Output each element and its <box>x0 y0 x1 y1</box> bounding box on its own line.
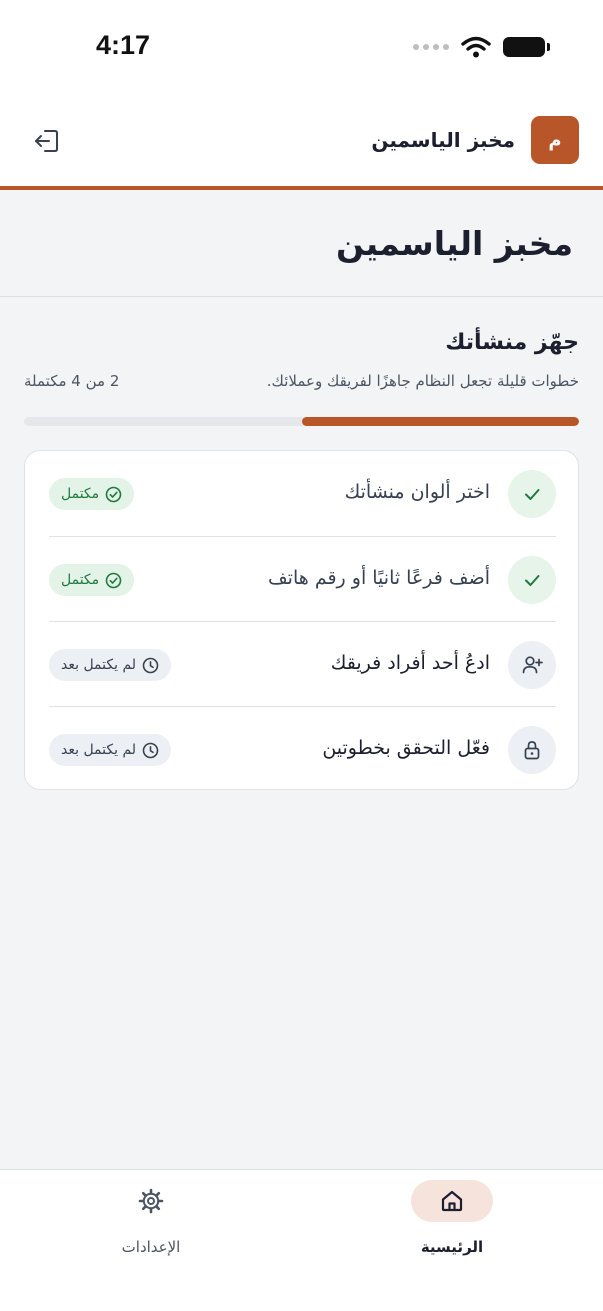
check-circle-icon <box>105 486 122 502</box>
clock-icon <box>142 657 159 673</box>
battery-icon <box>503 37 550 57</box>
status-bar: 4:17 <box>0 0 603 96</box>
app-header: م مخبز الياسمين <box>0 96 603 190</box>
bottom-tab-bar: الرئيسية الإعدادات <box>0 1169 603 1311</box>
page-title: مخبز الياسمين <box>335 224 573 263</box>
clock-icon <box>142 742 159 758</box>
status-badge: مكتمل <box>49 478 135 510</box>
tab-settings[interactable]: الإعدادات <box>96 1180 206 1270</box>
status-badge-label: مكتمل <box>61 572 100 588</box>
status-badge: لم يكتمل بعد <box>49 649 172 681</box>
task-label: أضف فرعًا ثانيًا أو رقم هاتف <box>268 567 490 589</box>
status-badge: مكتمل <box>49 564 135 596</box>
signal-icon <box>413 44 449 50</box>
task-status-icon <box>508 726 556 774</box>
business-name: مخبز الياسمين <box>371 128 515 152</box>
check-circle-icon <box>105 572 122 588</box>
tab-home-label: الرئيسية <box>420 1238 484 1256</box>
tab-settings-label: الإعدادات <box>121 1238 181 1256</box>
status-badge-label: مكتمل <box>61 486 100 502</box>
status-badge-label: لم يكتمل بعد <box>61 742 137 758</box>
logout-icon[interactable] <box>32 126 62 156</box>
task-status-icon <box>508 470 556 518</box>
setup-subtitle: خطوات قليلة تجعل النظام جاهزًا لفريقك وع… <box>266 372 579 390</box>
task-status-icon <box>508 556 556 604</box>
home-icon <box>441 1190 463 1212</box>
task-label: اختر ألوان منشأتك <box>344 481 490 503</box>
task-item-add-branch[interactable]: أضف فرعًا ثانيًا أو رقم هاتف مكتمل <box>49 536 556 621</box>
status-badge-label: لم يكتمل بعد <box>61 657 137 673</box>
tab-home-indicator <box>411 1180 493 1222</box>
task-item-two-factor[interactable]: فعّل التحقق بخطوتين لم يكتمل بعد <box>49 706 556 791</box>
task-label: ادعُ أحد أفراد فريقك <box>330 652 490 674</box>
tab-settings-indicator <box>110 1180 192 1222</box>
page-header: مخبز الياسمين <box>0 194 603 297</box>
status-icons <box>413 36 550 58</box>
setup-task-list: اختر ألوان منشأتك مكتمل أضف فرعًا ثانيًا… <box>24 450 579 790</box>
brand: م مخبز الياسمين <box>371 116 579 164</box>
avatar[interactable]: م <box>531 116 579 164</box>
task-status-icon <box>508 641 556 689</box>
wifi-icon <box>461 36 491 58</box>
status-time: 4:17 <box>96 30 151 60</box>
task-label: فعّل التحقق بخطوتين <box>322 737 490 759</box>
check-icon <box>525 575 540 586</box>
setup-progress-text: 2 من 4 مكتملة <box>24 372 120 390</box>
task-item-brand-colors[interactable]: اختر ألوان منشأتك مكتمل <box>49 451 556 536</box>
setup-title: جهّز منشأتك <box>445 330 579 355</box>
check-icon <box>525 489 540 500</box>
user-plus-icon <box>522 656 543 674</box>
setup-progress-bar <box>24 417 579 426</box>
status-badge: لم يكتمل بعد <box>49 734 172 766</box>
setup-progress-fill <box>301 417 579 426</box>
gear-icon <box>138 1188 164 1214</box>
task-item-invite-team[interactable]: ادعُ أحد أفراد فريقك لم يكتمل بعد <box>49 621 556 706</box>
tab-home[interactable]: الرئيسية <box>397 1180 507 1270</box>
lock-icon <box>524 741 540 760</box>
